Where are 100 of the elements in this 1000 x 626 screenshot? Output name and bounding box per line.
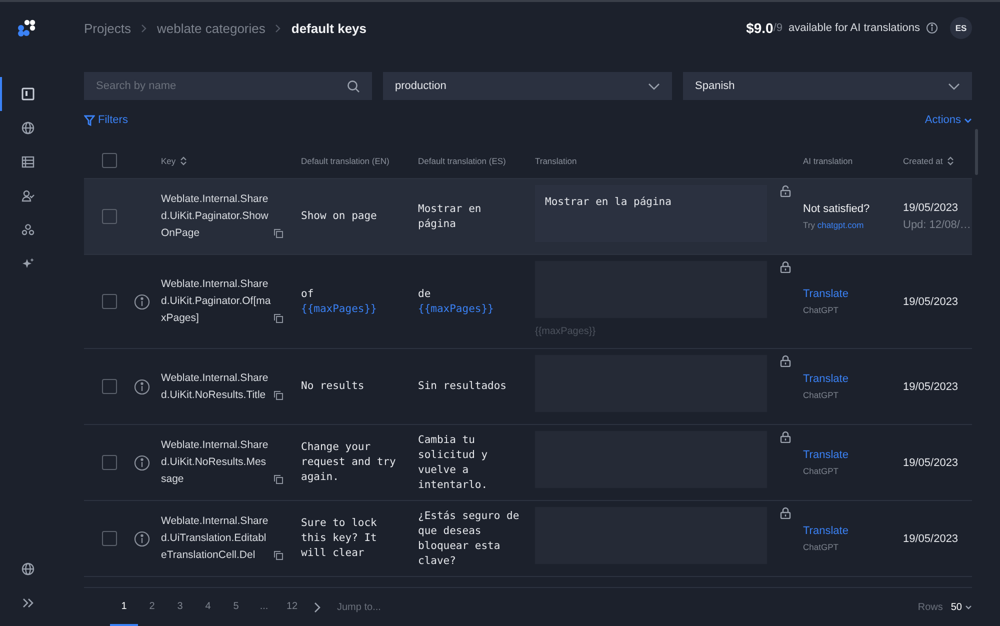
provider-text: ChatGPT [803, 466, 840, 476]
table-row[interactable]: Weblate.Internal.Shared.UiKit.NoResults.Title No results Sin resultados Translate ChatGPT 19/05/2023 [84, 349, 972, 425]
actions-link[interactable]: Actions [924, 112, 972, 128]
table-row[interactable]: Weblate.Internal.Shared.UiTranslation.EditableTranslationCell.Del Sure to lock this key? It will clear ¿Estás seguro de que deseas bloquear esta clave? Translate ChatGPT 19/05/2023 [84, 501, 972, 577]
column-header: Default translation (EN) [301, 156, 390, 166]
variable-text: {{maxPages}} [418, 302, 495, 316]
avatar[interactable]: ES [950, 17, 972, 39]
default-text: Cambia tu solicitud y vuelve a intentarlo. [418, 432, 489, 492]
translate-link[interactable]: Translate [803, 373, 848, 385]
filter-icon [84, 114, 95, 126]
default-text: de [418, 286, 432, 302]
default-text: Change your request and try again. [301, 440, 397, 485]
page-button[interactable]: 3 [166, 588, 194, 626]
column-header: Translation [535, 156, 577, 166]
created-date: 19/05/2023 [903, 202, 960, 214]
page-button[interactable]: 4 [194, 588, 222, 626]
created-date: 19/05/2023 [903, 296, 960, 308]
language-dropdown[interactable]: Spanish [683, 72, 972, 100]
updated-date: Upd: 12/08/… [903, 219, 972, 231]
key-name: Weblate.Internal.Shared.UiTranslation.EditableTranslationCell.Del [161, 514, 270, 563]
chevron-down-icon [648, 82, 660, 90]
page-button[interactable]: 12 [278, 588, 306, 626]
info-icon[interactable] [134, 378, 150, 394]
created-date: 19/05/2023 [903, 456, 960, 468]
lock-icon[interactable] [780, 431, 790, 443]
row-checkbox[interactable] [102, 379, 116, 394]
copy-icon[interactable] [274, 314, 283, 323]
translation-field[interactable]: Mostrar en la página [535, 185, 767, 242]
lock-icon[interactable] [780, 261, 790, 273]
globe-icon [21, 121, 35, 135]
search-icon [347, 80, 360, 93]
environment-dropdown[interactable]: production [383, 72, 672, 100]
default-text: Mostrar en página [418, 202, 482, 232]
lock-icon[interactable] [780, 507, 790, 519]
lock-icon[interactable] [780, 355, 790, 367]
chevron-right-icon [140, 24, 147, 32]
chevron-down-icon [948, 82, 960, 90]
sort-icon[interactable] [180, 156, 187, 166]
row-checkbox[interactable] [102, 294, 116, 309]
page-button[interactable]: ... [250, 588, 278, 626]
jump-field[interactable]: Jump to... [335, 600, 419, 614]
logo-icon[interactable] [17, 19, 37, 37]
column-header: Default translation (ES) [418, 156, 506, 166]
breadcrumb-link[interactable]: Projects [84, 20, 131, 36]
column-header: AI translation [803, 156, 853, 166]
key-name: Weblate.Internal.Shared.UiKit.NoResults.Title [161, 370, 270, 402]
board-icon [21, 87, 35, 101]
page-button[interactable]: 1 [110, 588, 138, 626]
default-text: of [301, 286, 315, 302]
feedback-title: Not satisfied? [803, 203, 871, 215]
chevron-down-icon [965, 604, 972, 610]
table-row[interactable]: Weblate.Internal.Shared.UiKit.NoResults.Message Change your request and try again. Cambia tu solicitud y vuelve a intentarlo. Translate ChatGPT 19/05/2023 [84, 425, 972, 501]
people-icon [21, 223, 35, 237]
column-header: Key [161, 156, 176, 166]
created-date: 19/05/2023 [903, 532, 960, 544]
column-header: Created at [903, 156, 943, 166]
info-icon[interactable] [134, 454, 150, 470]
table-row[interactable]: Weblate.Internal.Shared.UiKit.Paginator.ShowOnPage Show on page Mostrar en página Mostrar en la página Not satisfied? Try chatgpt.com 19/05/2023 Upd: 12/08/… [84, 179, 972, 255]
default-text: ¿Estás seguro de que deseas bloquear esta clave? [418, 508, 520, 568]
rows-dropdown[interactable]: 50 [950, 602, 972, 612]
filters-link[interactable]: Filters [84, 112, 128, 128]
sort-icon[interactable] [946, 156, 954, 166]
chevron-right-icon [275, 24, 282, 32]
credit-total: /9 [773, 22, 783, 34]
unlocked-lock-icon[interactable] [780, 185, 790, 197]
page-button[interactable]: 2 [138, 588, 166, 626]
provider-text: ChatGPT [803, 390, 840, 400]
row-checkbox[interactable] [102, 531, 116, 546]
translate-link[interactable]: Translate [803, 288, 848, 300]
chatgpt-link[interactable]: chatgpt.com [817, 220, 864, 230]
row-checkbox[interactable] [102, 209, 116, 224]
row-checkbox[interactable] [102, 455, 116, 470]
search-field[interactable]: Search by name [84, 72, 372, 100]
credit-label: available for AI translations [788, 22, 920, 34]
breadcrumb-link[interactable]: weblate categories [156, 20, 266, 36]
info-icon[interactable] [134, 530, 150, 546]
key-name: Weblate.Internal.Shared.UiKit.Paginator.ShowOnPage [161, 192, 270, 241]
page-title: default keys [291, 20, 367, 36]
info-icon[interactable] [134, 294, 150, 310]
copy-icon[interactable] [274, 390, 283, 400]
copy-icon[interactable] [274, 229, 283, 238]
chevron-right-icon[interactable] [314, 602, 321, 612]
chevron-down-icon [964, 118, 972, 122]
copy-icon[interactable] [274, 551, 283, 560]
key-name: Weblate.Internal.Shared.UiKit.NoResults.Message [161, 438, 270, 487]
globe-icon [21, 562, 35, 576]
copy-icon[interactable] [274, 475, 283, 484]
select-all-checkbox[interactable] [102, 153, 116, 168]
translate-link[interactable]: Translate [803, 449, 848, 461]
default-text: Sin resultados [418, 379, 508, 394]
credit-amount: $9.0 [746, 20, 774, 36]
try-text: Try [803, 220, 815, 230]
default-text: Show on page [301, 209, 378, 224]
translate-link[interactable]: Translate [803, 525, 848, 537]
info-icon[interactable] [926, 22, 938, 34]
created-date: 19/05/2023 [903, 380, 960, 392]
key-name: Weblate.Internal.Shared.UiKit.Paginator.Of[maxPages] [161, 277, 271, 326]
page-button[interactable]: 5 [222, 588, 250, 626]
rows-label: Rows [918, 602, 943, 612]
default-text: Sure to lock this key? It will clear [301, 516, 378, 561]
